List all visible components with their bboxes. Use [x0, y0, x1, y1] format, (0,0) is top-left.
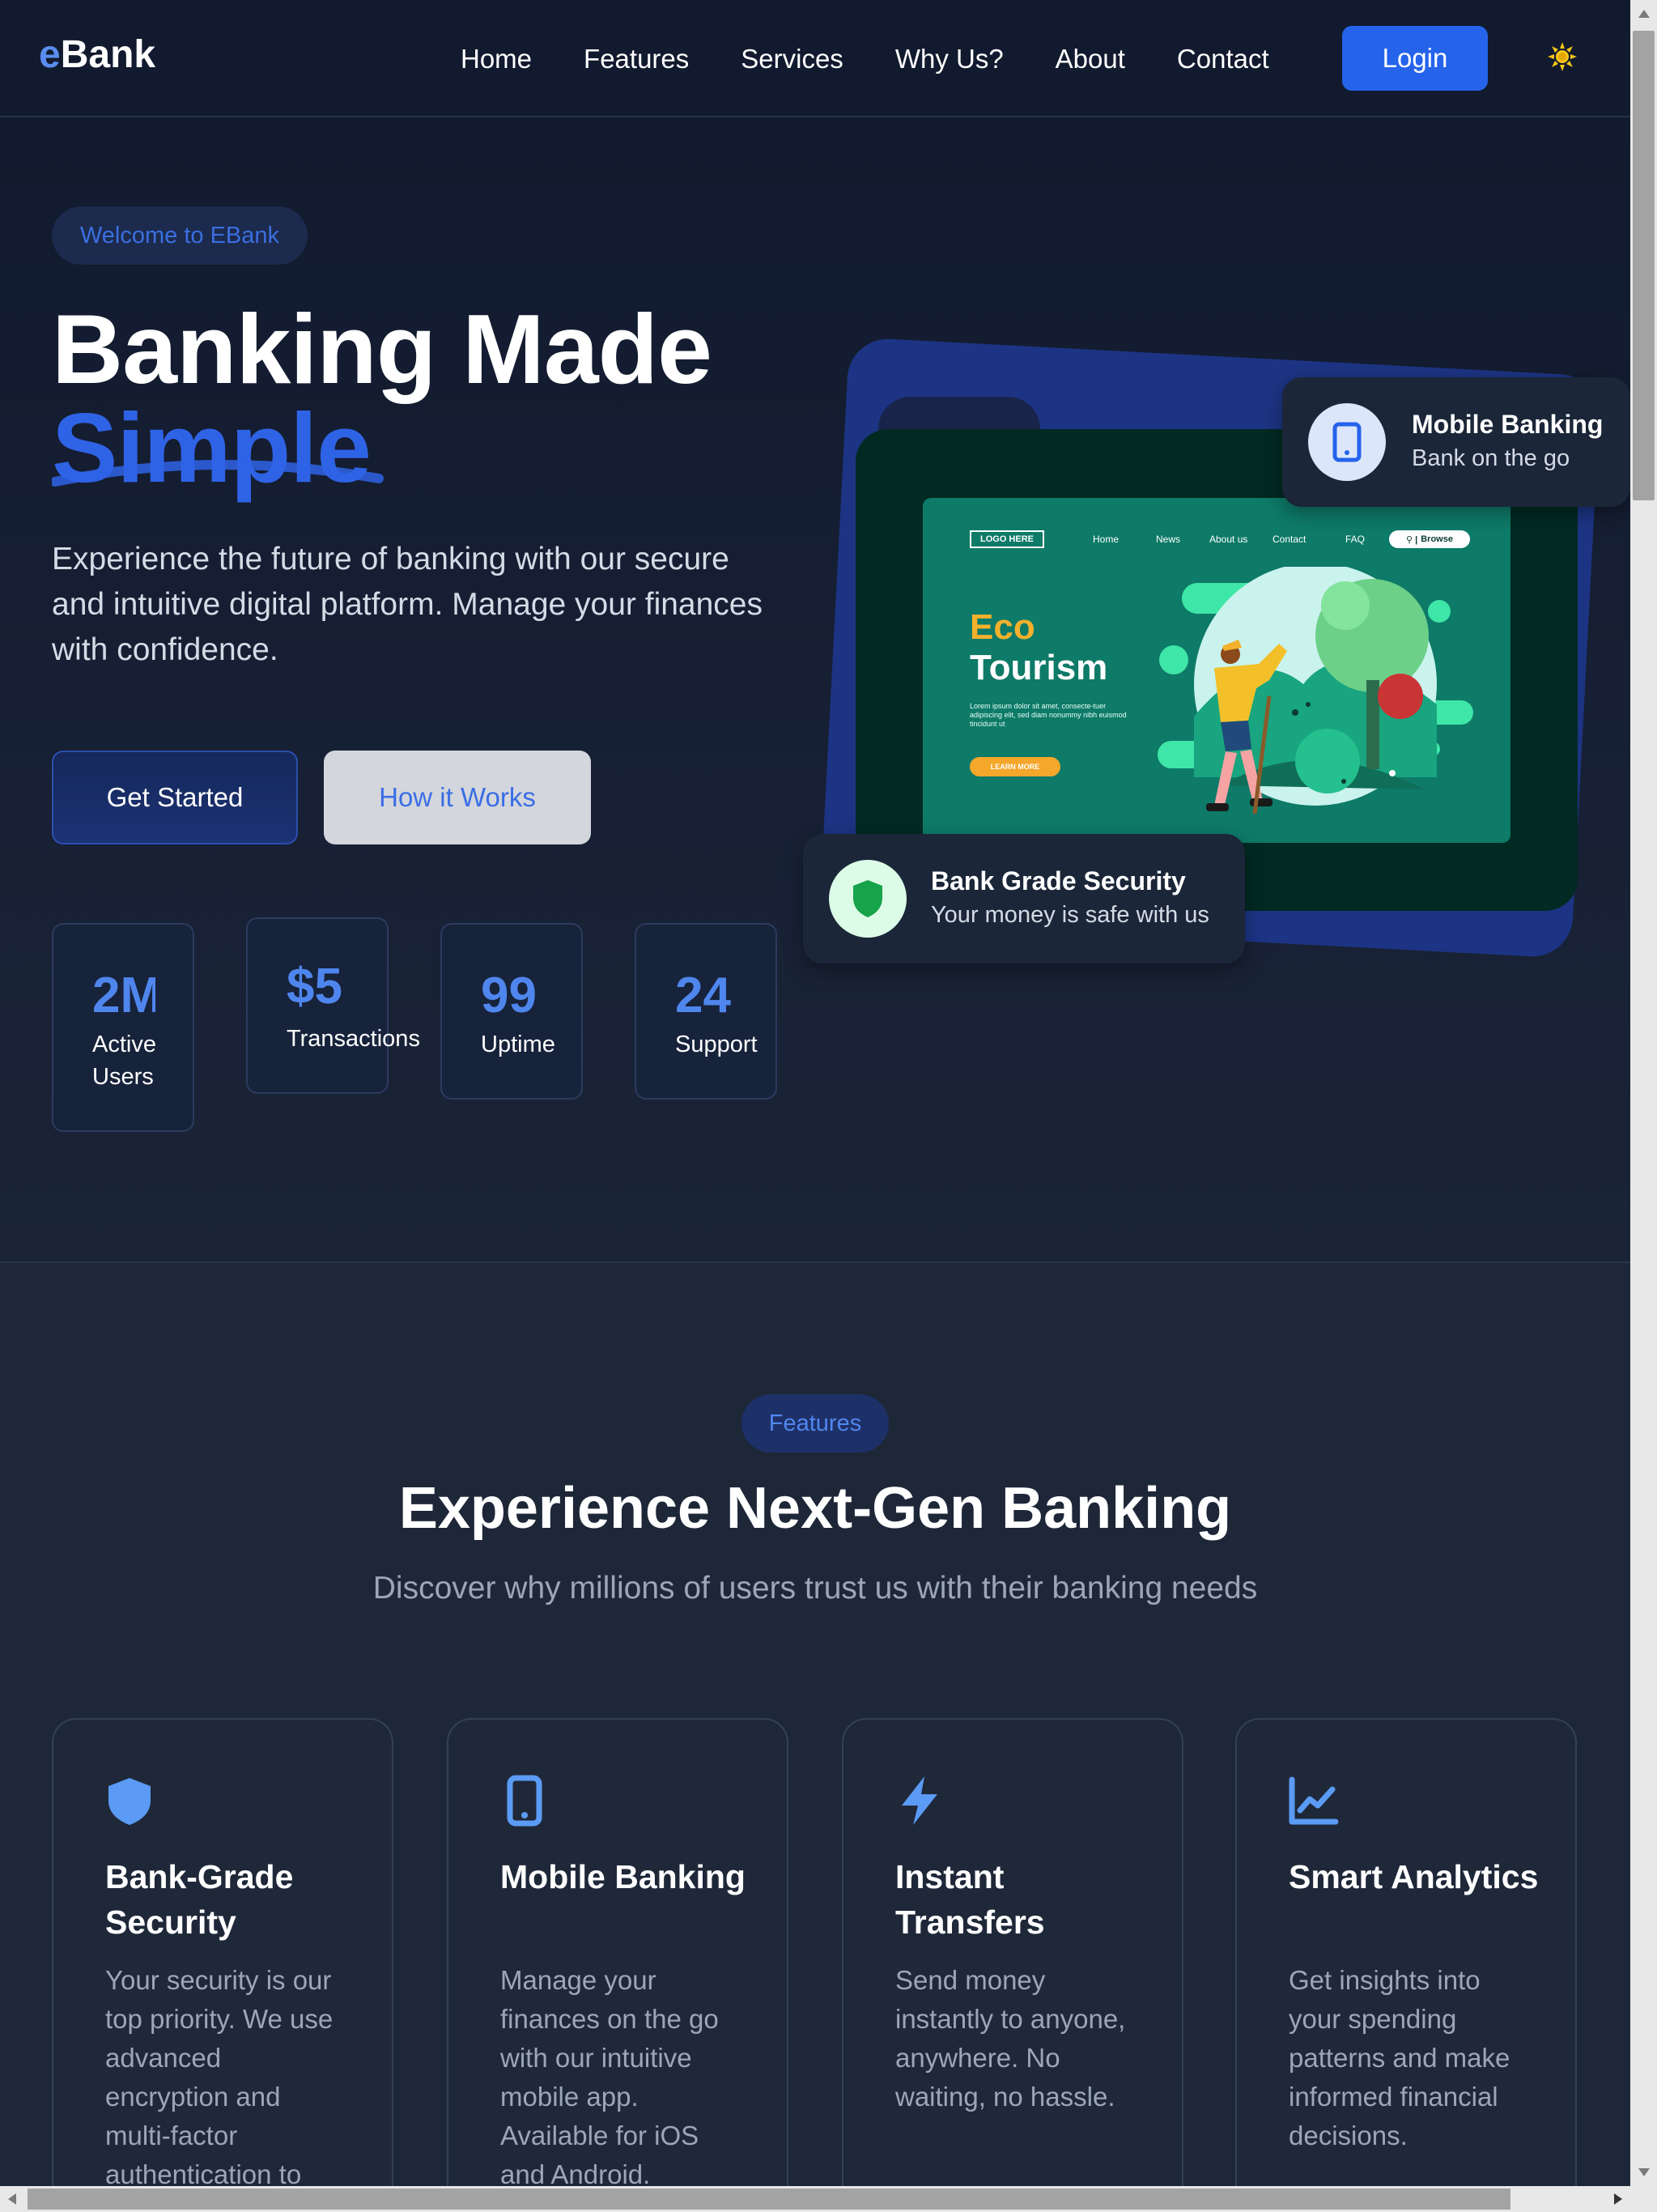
- horizontal-scrollbar-thumb[interactable]: [28, 2189, 1510, 2210]
- mobile-banking-title: Mobile Banking: [1412, 410, 1604, 439]
- stat-value: $5: [287, 959, 342, 1015]
- feature-title: Mobile Banking: [500, 1858, 746, 1895]
- scroll-up-arrow-icon[interactable]: [1637, 6, 1651, 21]
- welcome-pill: Welcome to EBank: [52, 206, 308, 265]
- features-title: Experience Next-Gen Banking: [398, 1476, 1232, 1541]
- nav-link-features[interactable]: Features: [584, 44, 689, 74]
- stat-label: Support: [675, 1032, 758, 1057]
- stat-label: Transactions: [287, 1026, 420, 1052]
- shield-icon-badge: [829, 860, 907, 938]
- how-it-works-button[interactable]: How it Works: [324, 751, 591, 844]
- mockup-lorem: Lorem ipsum dolor sit amet, consecte-tue…: [970, 702, 1127, 728]
- mobile-banking-subtitle: Bank on the go: [1412, 445, 1570, 471]
- stat-value: 99: [481, 968, 537, 1023]
- mockup-nav-contact: Contact: [1272, 534, 1306, 545]
- hero-description: Experience the future of banking with ou…: [52, 542, 763, 667]
- feature-title: Bank-Grade Security: [105, 1858, 294, 1941]
- feature-description: Your security is our top priority. We us…: [105, 1965, 334, 2186]
- accent-underline: [52, 459, 384, 487]
- logo-suffix: Bank: [60, 33, 156, 76]
- nav-link-contact[interactable]: Contact: [1177, 44, 1269, 74]
- feature-card-analytics: Smart Analytics Get insights into your s…: [1235, 1718, 1577, 2186]
- bank-grade-security-card: Bank Grade Security Your money is safe w…: [803, 834, 1245, 963]
- nav-links: Home Features Services Why Us? About Con…: [461, 0, 1321, 117]
- nav-link-home[interactable]: Home: [461, 44, 532, 74]
- stat-label: Uptime: [481, 1032, 555, 1057]
- mockup-heading-accent: Eco: [970, 607, 1035, 647]
- features-subtitle: Discover why millions of users trust us …: [372, 1571, 1258, 1606]
- nav-link-services[interactable]: Services: [741, 44, 843, 74]
- login-button[interactable]: Login: [1342, 26, 1488, 91]
- hero-website-mockup: LOGO HERE Home News About us Contact FAQ…: [923, 498, 1510, 843]
- vertical-scrollbar-thumb[interactable]: [1633, 31, 1655, 500]
- mockup-nav-home: Home: [1093, 534, 1120, 545]
- stat-card-transactions: $5 Transactions: [246, 917, 420, 1094]
- mockup-search-label: Browse: [1421, 534, 1453, 544]
- stat-card-uptime: 99 Uptime: [440, 923, 583, 1100]
- stat-value: 2M: [92, 968, 155, 1023]
- mobile-banking-card: Mobile Banking Bank on the go: [1282, 377, 1630, 507]
- mockup-nav-faq: FAQ: [1345, 534, 1366, 545]
- nav-link-about[interactable]: About: [1056, 44, 1125, 74]
- logo-prefix: e: [39, 33, 61, 76]
- hero-title-line1: Banking Made: [52, 294, 712, 404]
- mobile-icon: [1332, 422, 1362, 462]
- feature-description: Send money instantly to anyone, anywhere…: [895, 1965, 1126, 2112]
- scroll-down-arrow-icon[interactable]: [1637, 2165, 1651, 2180]
- mockup-heading: Tourism: [970, 648, 1108, 687]
- feature-card-mobile: Mobile Banking Manage your finances on t…: [447, 1718, 788, 2186]
- feature-card-security: Bank-Grade Security Your security is our…: [52, 1718, 393, 2186]
- feature-title: Instant Transfers: [895, 1858, 1045, 1941]
- feature-title: Smart Analytics: [1289, 1858, 1539, 1895]
- theme-toggle-button[interactable]: [1546, 40, 1578, 73]
- mockup-logo: LOGO HERE: [970, 530, 1044, 548]
- sun-icon: [1548, 42, 1577, 71]
- shield-icon: [853, 880, 882, 917]
- hiker-illustration: [1158, 567, 1473, 815]
- stat-value: 24: [675, 968, 731, 1023]
- stat-card-active-users: 2M Active Users: [52, 923, 194, 1132]
- page: eBank Home Features Services Why Us? Abo…: [0, 0, 1630, 2186]
- nav-link-why-us[interactable]: Why Us?: [895, 44, 1004, 74]
- feature-description: Get insights into your spending patterns…: [1289, 1965, 1510, 2150]
- shield-icon: [108, 1778, 151, 1825]
- mobile-icon-badge: [1308, 403, 1386, 481]
- scroll-left-arrow-icon[interactable]: [5, 2192, 19, 2206]
- get-started-button[interactable]: Get Started: [52, 751, 298, 844]
- feature-description: Manage your finances on the go with our …: [500, 1965, 719, 2186]
- feature-card-transfers: Instant Transfers Send money instantly t…: [842, 1718, 1183, 2186]
- mockup-learn-more: LEARN MORE: [970, 757, 1060, 776]
- mobile-icon: [507, 1775, 542, 1827]
- security-subtitle: Your money is safe with us: [931, 902, 1209, 928]
- scroll-right-arrow-icon[interactable]: [1611, 2192, 1625, 2206]
- top-navbar: eBank Home Features Services Why Us? Abo…: [0, 0, 1630, 117]
- stat-card-support: 24 Support: [635, 923, 777, 1100]
- bolt-icon: [902, 1776, 937, 1825]
- mockup-search-icon: ⚲ |: [1406, 534, 1418, 545]
- mockup-nav-about: About us: [1209, 534, 1248, 545]
- features-pill: Features: [741, 1394, 889, 1453]
- brand-logo[interactable]: eBank: [39, 32, 155, 77]
- chart-line-icon: [1289, 1776, 1339, 1825]
- mockup-search: ⚲ | Browse: [1389, 530, 1470, 548]
- mockup-nav-news: News: [1156, 534, 1181, 545]
- stat-label: Active Users: [92, 1032, 156, 1090]
- security-title: Bank Grade Security: [931, 866, 1186, 895]
